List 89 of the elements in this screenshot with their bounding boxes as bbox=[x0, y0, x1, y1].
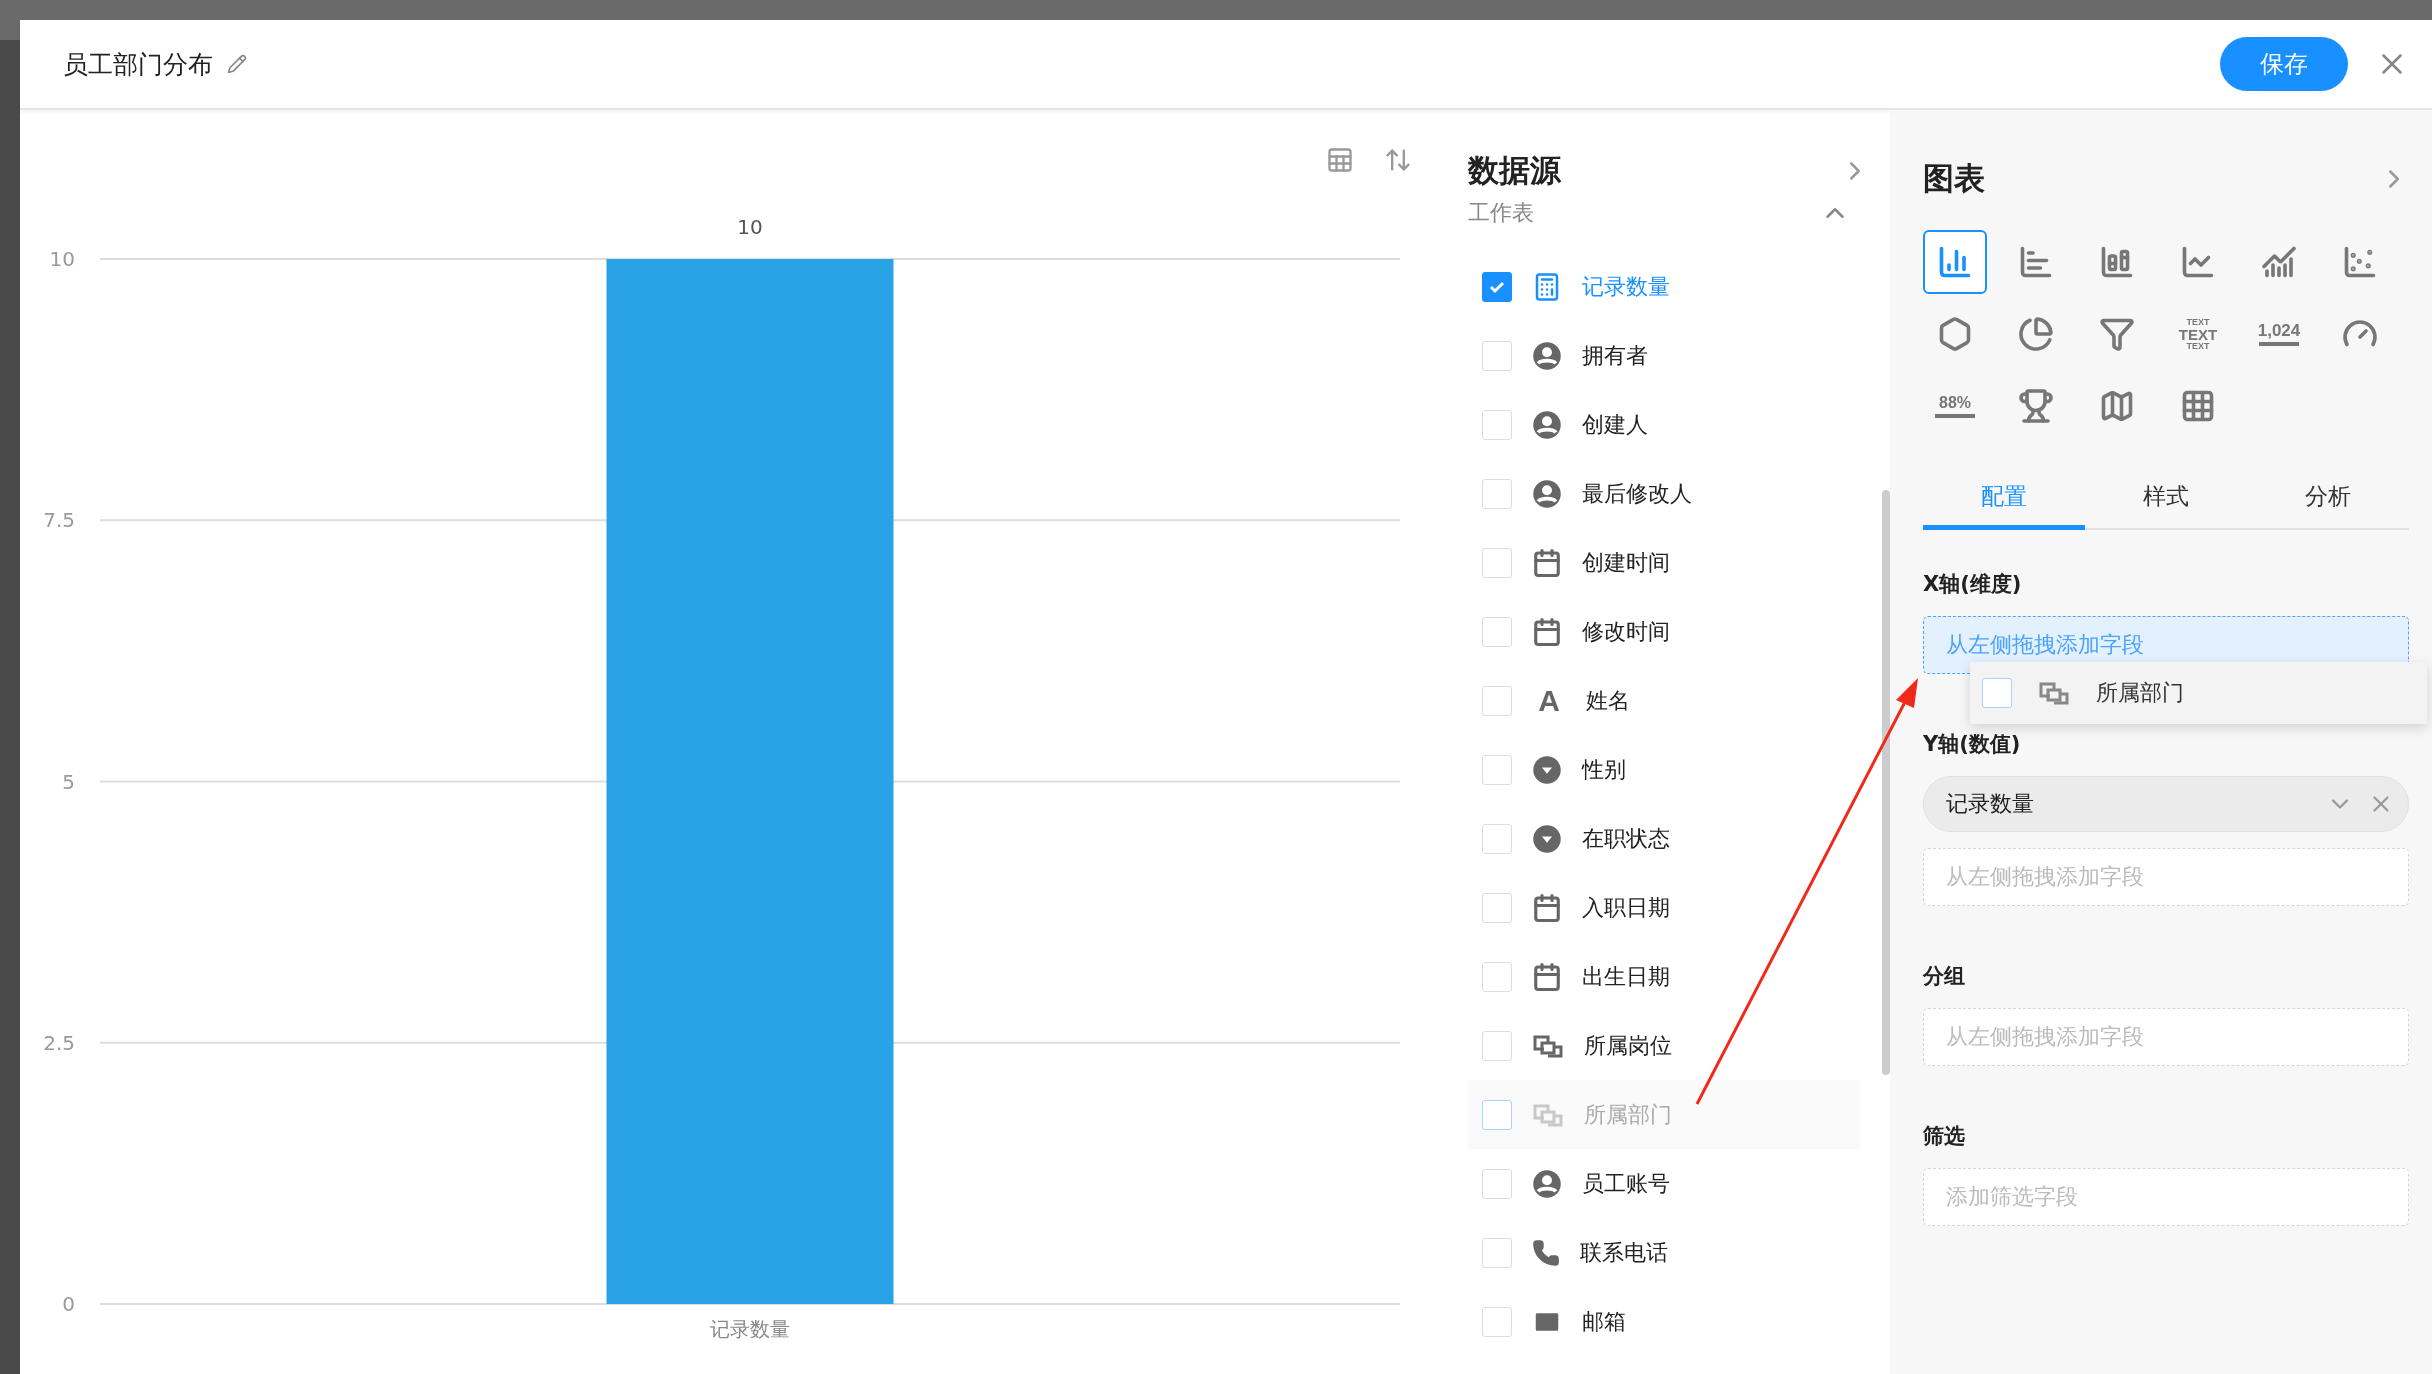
icon-text: TEXT bbox=[2186, 341, 2210, 351]
chart-type-button[interactable]: TEXT TEXT TEXT bbox=[2166, 302, 2230, 366]
field-label: 性别 bbox=[1582, 755, 1626, 784]
panel-title: 图表 bbox=[1923, 159, 1985, 198]
user-icon bbox=[1532, 340, 1562, 371]
field-item[interactable]: 员工账号 bbox=[1468, 1149, 1860, 1218]
section-title: 筛选 bbox=[1923, 1123, 1966, 1150]
field-item[interactable]: 性别 bbox=[1468, 735, 1860, 804]
hexagon-icon bbox=[1937, 316, 1973, 352]
field-label: 联系电话 bbox=[1580, 1238, 1668, 1267]
field-label: 出生日期 bbox=[1582, 962, 1670, 991]
bar-chart-icon bbox=[2018, 244, 2054, 280]
field-label: 员工账号 bbox=[1582, 1169, 1670, 1198]
field-item[interactable]: 修改时间 bbox=[1468, 597, 1860, 666]
trophy-icon bbox=[2018, 388, 2054, 424]
stacked-chart-icon bbox=[2099, 244, 2135, 280]
field-label: 所属岗位 bbox=[1584, 1031, 1672, 1060]
scrollbar[interactable] bbox=[1882, 490, 1890, 1075]
chart-type-button[interactable] bbox=[1923, 230, 1987, 294]
field-item[interactable]: 创建时间 bbox=[1468, 528, 1860, 597]
dropdown-icon bbox=[1532, 823, 1562, 854]
calendar-icon bbox=[1532, 547, 1562, 578]
pie-chart-icon bbox=[2018, 316, 2054, 352]
icon-text: TEXT bbox=[2178, 326, 2218, 342]
field-item[interactable]: 出生日期 bbox=[1468, 942, 1860, 1011]
linked-squares-icon bbox=[1532, 1033, 1564, 1058]
panel-title: 数据源 bbox=[1468, 151, 1561, 190]
field-label: 邮箱 bbox=[1582, 1307, 1626, 1336]
axis-tick-label: 0 bbox=[62, 1292, 75, 1316]
chart-type-button[interactable]: 88% bbox=[1923, 374, 1987, 438]
field-item[interactable]: 所属岗位 bbox=[1468, 1011, 1860, 1080]
dialog-title: 员工部门分布 bbox=[63, 48, 213, 81]
calendar-icon bbox=[1532, 892, 1562, 923]
field-label: 修改时间 bbox=[1582, 617, 1670, 646]
map-icon bbox=[2099, 388, 2135, 424]
line-chart-icon bbox=[2180, 244, 2216, 280]
user-icon bbox=[1532, 1168, 1562, 1199]
field-item[interactable]: 最后修改人 bbox=[1468, 459, 1860, 528]
category-label: 记录数量 bbox=[710, 1317, 790, 1341]
tab[interactable]: 分析 bbox=[2247, 468, 2409, 530]
calendar-icon bbox=[1532, 961, 1562, 992]
axis-tick-label: 7.5 bbox=[43, 508, 75, 533]
field-item[interactable]: 创建人 bbox=[1468, 390, 1860, 459]
field-item[interactable]: 入职日期 bbox=[1468, 873, 1860, 942]
checkbox[interactable] bbox=[1482, 1099, 1512, 1130]
calendar-icon bbox=[1532, 616, 1562, 647]
section-title: Y轴(数值) bbox=[1923, 731, 2022, 758]
field-label: 创建人 bbox=[1582, 410, 1648, 439]
field-label: 所属部门 bbox=[2096, 679, 2184, 707]
field-label: 所属部门 bbox=[1584, 1100, 1672, 1129]
phone-icon bbox=[1532, 1238, 1560, 1267]
field-item[interactable]: 在职状态 bbox=[1468, 804, 1860, 873]
data-label: 10 bbox=[737, 215, 763, 239]
section-title: 分组 bbox=[1923, 963, 1966, 990]
field-label: 最后修改人 bbox=[1582, 479, 1692, 508]
user-icon bbox=[1532, 409, 1562, 440]
icon-text: TEXT bbox=[2186, 317, 2210, 327]
column-chart-icon bbox=[1937, 244, 1973, 280]
sheet-label: 工作表 bbox=[1468, 199, 1534, 227]
field-label: 创建时间 bbox=[1582, 548, 1670, 577]
field-item[interactable]: 联系电话 bbox=[1468, 1218, 1860, 1287]
field-item[interactable]: 拥有者 bbox=[1468, 321, 1860, 390]
text-field-icon: A bbox=[1532, 683, 1566, 718]
field-chip-label: 记录数量 bbox=[1946, 790, 2035, 818]
field-item[interactable]: A 姓名 bbox=[1468, 666, 1860, 735]
combo-chart-icon bbox=[2261, 244, 2297, 280]
icon-text: 88% bbox=[1939, 394, 1971, 411]
dropdown-icon bbox=[1532, 754, 1562, 785]
funnel-icon bbox=[2099, 316, 2135, 352]
icon-text: 1,024 bbox=[2257, 322, 2301, 339]
checkbox[interactable] bbox=[1482, 271, 1512, 302]
table-icon bbox=[2180, 388, 2216, 424]
field-item[interactable]: 邮箱 bbox=[1468, 1287, 1860, 1356]
edit-icon[interactable] bbox=[227, 54, 247, 74]
linked-squares-icon bbox=[2038, 681, 2070, 705]
section-title: X轴(维度) bbox=[1923, 571, 2023, 598]
field-label: 记录数量 bbox=[1582, 272, 1670, 301]
chart-type-button[interactable]: 1,024 bbox=[2247, 302, 2311, 366]
field-label: 拥有者 bbox=[1582, 341, 1648, 370]
field-label: 在职状态 bbox=[1582, 824, 1670, 853]
axis-tick-label: 2.5 bbox=[43, 1030, 75, 1055]
field-label: 入职日期 bbox=[1582, 893, 1670, 922]
field-label: 姓名 bbox=[1586, 686, 1630, 715]
linked-squares-icon bbox=[1532, 1102, 1564, 1127]
scatter-chart-icon bbox=[2342, 244, 2378, 280]
axis-tick-label: 10 bbox=[49, 247, 75, 271]
axis-tick-label: 5 bbox=[62, 769, 75, 794]
user-icon bbox=[1532, 478, 1562, 509]
tab[interactable]: 样式 bbox=[2085, 468, 2247, 530]
